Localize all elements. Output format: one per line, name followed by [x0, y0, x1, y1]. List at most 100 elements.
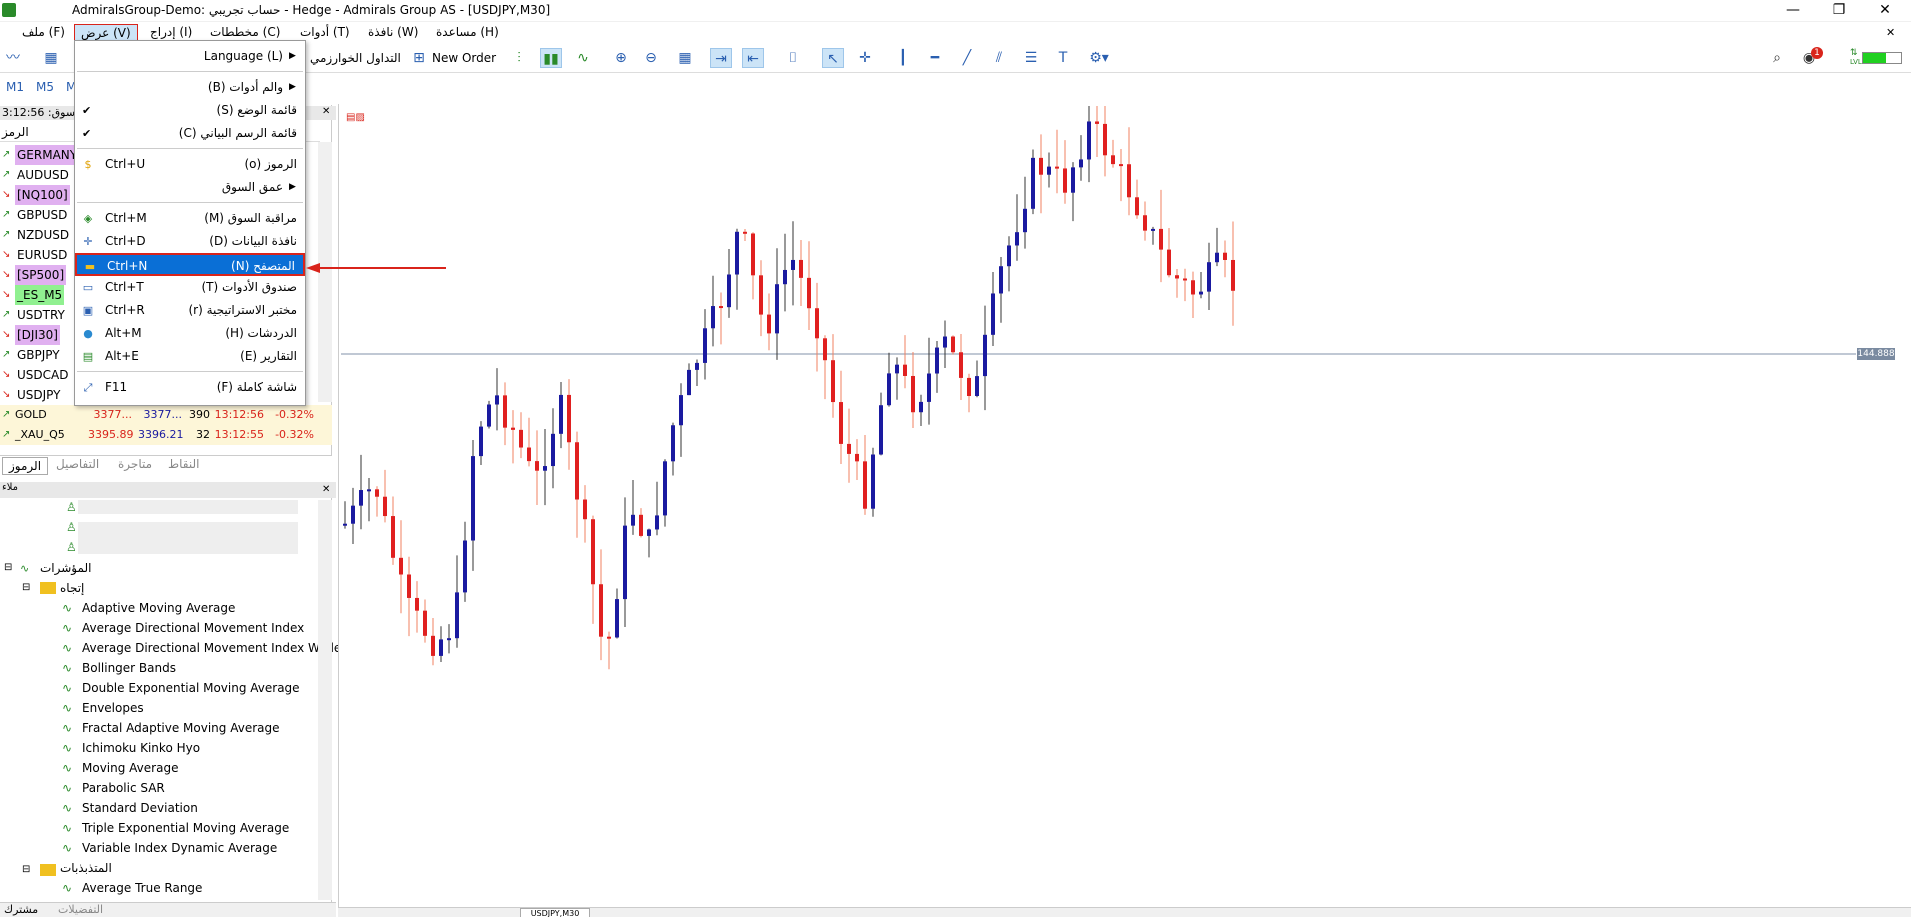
indicator-item[interactable]: Moving Average	[82, 758, 178, 778]
menu-view[interactable]: عرض (V)	[74, 24, 138, 41]
chart-tab-active[interactable]: USDJPY,M30	[520, 908, 590, 917]
chart-shift-icon[interactable]: ⇤	[742, 48, 764, 68]
menu-item-shortcut: Alt+E	[105, 349, 139, 363]
candle-body	[1191, 280, 1195, 295]
chart-trade-icons[interactable]: ▤▨	[346, 112, 365, 123]
bar-chart-icon[interactable]: ⫶	[508, 48, 530, 68]
navigator-scrollbar[interactable]	[318, 500, 332, 900]
indicator-item[interactable]: Standard Deviation	[82, 798, 198, 818]
menu-file[interactable]: ملف (F)	[22, 24, 65, 41]
candle-body	[1007, 245, 1011, 267]
shapes-icon[interactable]: ⚙▾	[1084, 48, 1114, 68]
market-watch-close-icon[interactable]: ✕	[322, 106, 330, 117]
candle-body	[1215, 252, 1219, 263]
menu-charts[interactable]: مخططات (C)	[210, 24, 280, 41]
menu-insert[interactable]: إدراج (I)	[150, 24, 192, 41]
timeframe-m1[interactable]: M1	[6, 80, 24, 94]
zoom-in-icon[interactable]: ⊕	[610, 48, 632, 68]
line-chart-icon[interactable]: 〰	[2, 48, 24, 68]
minimize-button[interactable]: —	[1770, 0, 1816, 22]
indicator-icon: ∿	[62, 641, 73, 655]
restore-button[interactable]: ❐	[1816, 0, 1862, 22]
candle-body	[423, 610, 427, 636]
crosshair-icon[interactable]: ✛	[854, 48, 876, 68]
indicator-item[interactable]: Adaptive Moving Average	[82, 598, 235, 618]
indicator-item[interactable]: Variable Index Dynamic Average	[82, 838, 277, 858]
tab-common[interactable]: مشترك	[4, 903, 38, 916]
search-icon[interactable]: ⌕	[1766, 48, 1788, 68]
channel-icon[interactable]: ⫽	[988, 48, 1010, 68]
expand-icon[interactable]: ⊟	[22, 864, 30, 875]
timeframe-m5[interactable]: M5	[36, 80, 54, 94]
market-watch-row[interactable]: GOLD 3377... 3377... 390 13:12:56 -0.32% ↗	[0, 405, 332, 425]
candle-body	[919, 401, 923, 413]
zoom-out-icon[interactable]: ⊖	[640, 48, 662, 68]
indicator-item[interactable]: Parabolic SAR	[82, 778, 165, 798]
view-menu-item[interactable]: ✛ Ctrl+D نافذة البيانات (D)	[75, 230, 305, 253]
tab-trading[interactable]: متاجرة	[118, 457, 152, 471]
indicator-item[interactable]: Average Directional Movement Index	[82, 618, 304, 638]
line-chart-type-icon[interactable]: ∿	[572, 48, 594, 68]
screenshot-icon[interactable]: ⌷	[782, 48, 804, 68]
tab-favorites[interactable]: التفضيلات	[58, 903, 103, 916]
view-menu-item[interactable]: Language (L) ▶	[75, 45, 305, 68]
view-menu-item[interactable]: ▤ Alt+E التقارير (E)	[75, 345, 305, 368]
fibonacci-icon[interactable]: ☰	[1020, 48, 1042, 68]
view-menu-item[interactable]: ▭ Ctrl+T صندوق الأدوات (T)	[75, 276, 305, 299]
view-menu-item[interactable]: ✔ قائمة الرسم البياني (C)	[75, 122, 305, 145]
market-watch-row[interactable]: _XAU_Q5 3395.89 3396.21 32 13:12:55 -0.32% ↗	[0, 425, 332, 445]
navigator-close-icon[interactable]: ✕	[322, 484, 330, 495]
view-menu-item-navigator[interactable]: ▬ Ctrl+N المتصفح (N)	[75, 253, 305, 276]
new-order-button[interactable]: New Order	[432, 48, 496, 68]
view-menu-item[interactable]: ✔ قائمة الوضع (S)	[75, 99, 305, 122]
horizontal-line-icon[interactable]: ━	[924, 48, 946, 68]
indicator-item[interactable]: Envelopes	[82, 698, 144, 718]
view-menu-item[interactable]: عمق السوق ▶	[75, 176, 305, 199]
menu-help[interactable]: مساعدة (H)	[436, 24, 499, 41]
close-button[interactable]: ✕	[1862, 0, 1908, 22]
algo-trading-button[interactable]: التداول الخوارزمي	[310, 48, 401, 68]
symbol-name: [DJI30]	[15, 325, 60, 345]
autoscroll-icon[interactable]: ⇥	[710, 48, 732, 68]
text-icon[interactable]: T	[1052, 48, 1074, 68]
view-menu-item[interactable]: $ Ctrl+U الرموز (o)	[75, 153, 305, 176]
indicator-item[interactable]: Ichimoku Kinko Hyo	[82, 738, 200, 758]
tab-ticks[interactable]: النقاط	[168, 457, 199, 471]
candle-body	[343, 523, 347, 526]
candle-chart-icon[interactable]: ▮▮	[540, 48, 562, 68]
grid-icon[interactable]: ▦	[674, 48, 696, 68]
arrow-down-icon: ↘	[2, 389, 11, 400]
oscillator-item[interactable]: Average True Range	[82, 878, 202, 898]
indicators-label[interactable]: المؤشرات	[40, 561, 91, 575]
candle-body	[943, 336, 947, 348]
indicator-item[interactable]: Fractal Adaptive Moving Average	[82, 718, 280, 738]
menu-tools[interactable]: أدوات (T)	[300, 24, 350, 41]
indicator-item[interactable]: Double Exponential Moving Average	[82, 678, 300, 698]
view-menu-item[interactable]: ⤢ F11 شاشة كاملة (F)	[75, 376, 305, 399]
menu-item-label: مختبر الاستراتيجية (r)	[188, 303, 297, 317]
indicator-item[interactable]: Triple Exponential Moving Average	[82, 818, 289, 838]
trendline-icon[interactable]: ╱	[956, 48, 978, 68]
chart-type-icon[interactable]: ▦	[40, 48, 62, 68]
indicator-item[interactable]: Bollinger Bands	[82, 658, 176, 678]
expand-icon[interactable]: ⊟	[22, 582, 30, 593]
mdi-close-icon[interactable]: ✕	[1886, 26, 1895, 39]
view-menu-item[interactable]: ◈ Ctrl+M مراقبة السوق (M)	[75, 207, 305, 230]
indicator-item[interactable]: Average Directional Movement Index Wilde…	[82, 638, 346, 658]
vertical-line-icon[interactable]: ┃	[892, 48, 914, 68]
new-order-icon[interactable]: ⊞	[408, 48, 430, 68]
view-menu-item[interactable]: ● Alt+M الدردشات (H)	[75, 322, 305, 345]
expand-icon[interactable]: ⊟	[4, 562, 12, 573]
oscillators-folder-label[interactable]: المتذبذبات	[60, 861, 112, 875]
view-menu-item[interactable]: ▣ Ctrl+R مختبر الاستراتيجية (r)	[75, 299, 305, 322]
cursor-icon[interactable]: ↖	[822, 48, 844, 68]
view-menu-item[interactable]: والم أدوات (B) ▶	[75, 76, 305, 99]
tab-details[interactable]: التفاصيل	[56, 457, 99, 471]
price-chart[interactable]	[338, 104, 1911, 907]
menu-window[interactable]: نافذة (W)	[368, 24, 418, 41]
candle-body	[575, 442, 579, 500]
tab-symbols[interactable]: الرموز	[2, 457, 49, 475]
trend-folder-label[interactable]: إتجاه	[60, 581, 84, 595]
indicator-icon: ∿	[62, 841, 73, 855]
menu-item-icon: ▭	[82, 281, 94, 294]
